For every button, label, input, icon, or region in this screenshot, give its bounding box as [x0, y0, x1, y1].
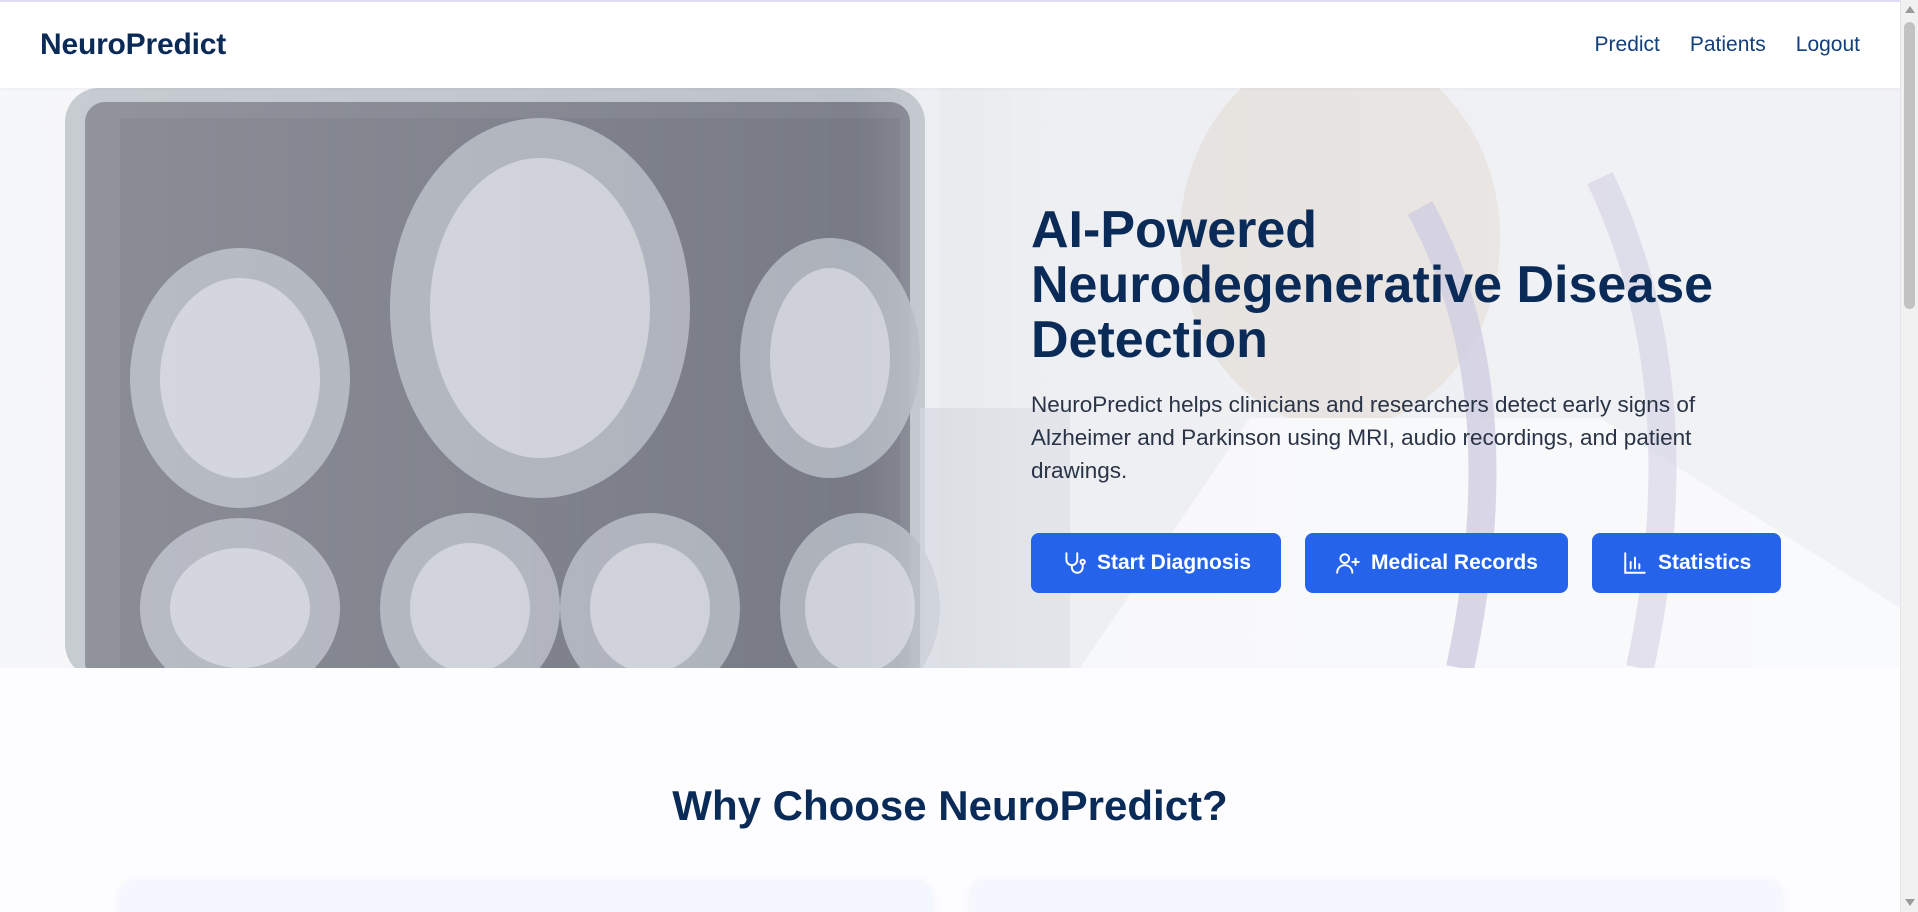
statistics-button[interactable]: Statistics — [1591, 533, 1782, 593]
brand-logo[interactable]: NeuroPredict — [40, 28, 226, 62]
feature-card — [120, 880, 932, 912]
scroll-up-arrow-icon[interactable] — [1905, 6, 1915, 13]
hero-buttons: Start Diagnosis Medical Records Statisti… — [1031, 533, 1791, 593]
nav-link-patients[interactable]: Patients — [1690, 33, 1766, 57]
scroll-down-arrow-icon[interactable] — [1905, 899, 1915, 906]
start-diagnosis-label: Start Diagnosis — [1097, 551, 1252, 574]
page-scrollbar[interactable] — [1900, 0, 1918, 912]
start-diagnosis-button[interactable]: Start Diagnosis — [1031, 533, 1282, 593]
scrollbar-thumb[interactable] — [1904, 22, 1915, 309]
medical-records-label: Medical Records — [1371, 551, 1538, 574]
why-section-title: Why Choose NeuroPredict? — [672, 782, 1228, 829]
navbar: NeuroPredict Predict Patients Logout — [0, 2, 1900, 88]
nav-link-logout[interactable]: Logout — [1796, 33, 1860, 57]
user-plus-icon — [1336, 553, 1360, 574]
nav-link-predict[interactable]: Predict — [1595, 33, 1660, 57]
hero-content: AI-Powered Neurodegenerative Disease Det… — [1031, 203, 1791, 593]
nav-links: Predict Patients Logout — [1595, 33, 1860, 57]
statistics-label: Statistics — [1657, 551, 1752, 574]
hero-description: NeuroPredict helps clinicians and resear… — [1031, 392, 1696, 483]
hero-section: AI-Powered Neurodegenerative Disease Det… — [0, 88, 1900, 668]
bar-chart-icon — [1624, 552, 1646, 574]
feature-card — [970, 880, 1782, 912]
hero-title: AI-Powered Neurodegenerative Disease Det… — [1031, 201, 1714, 369]
medical-records-button[interactable]: Medical Records — [1305, 533, 1568, 593]
stethoscope-icon — [1065, 552, 1086, 574]
